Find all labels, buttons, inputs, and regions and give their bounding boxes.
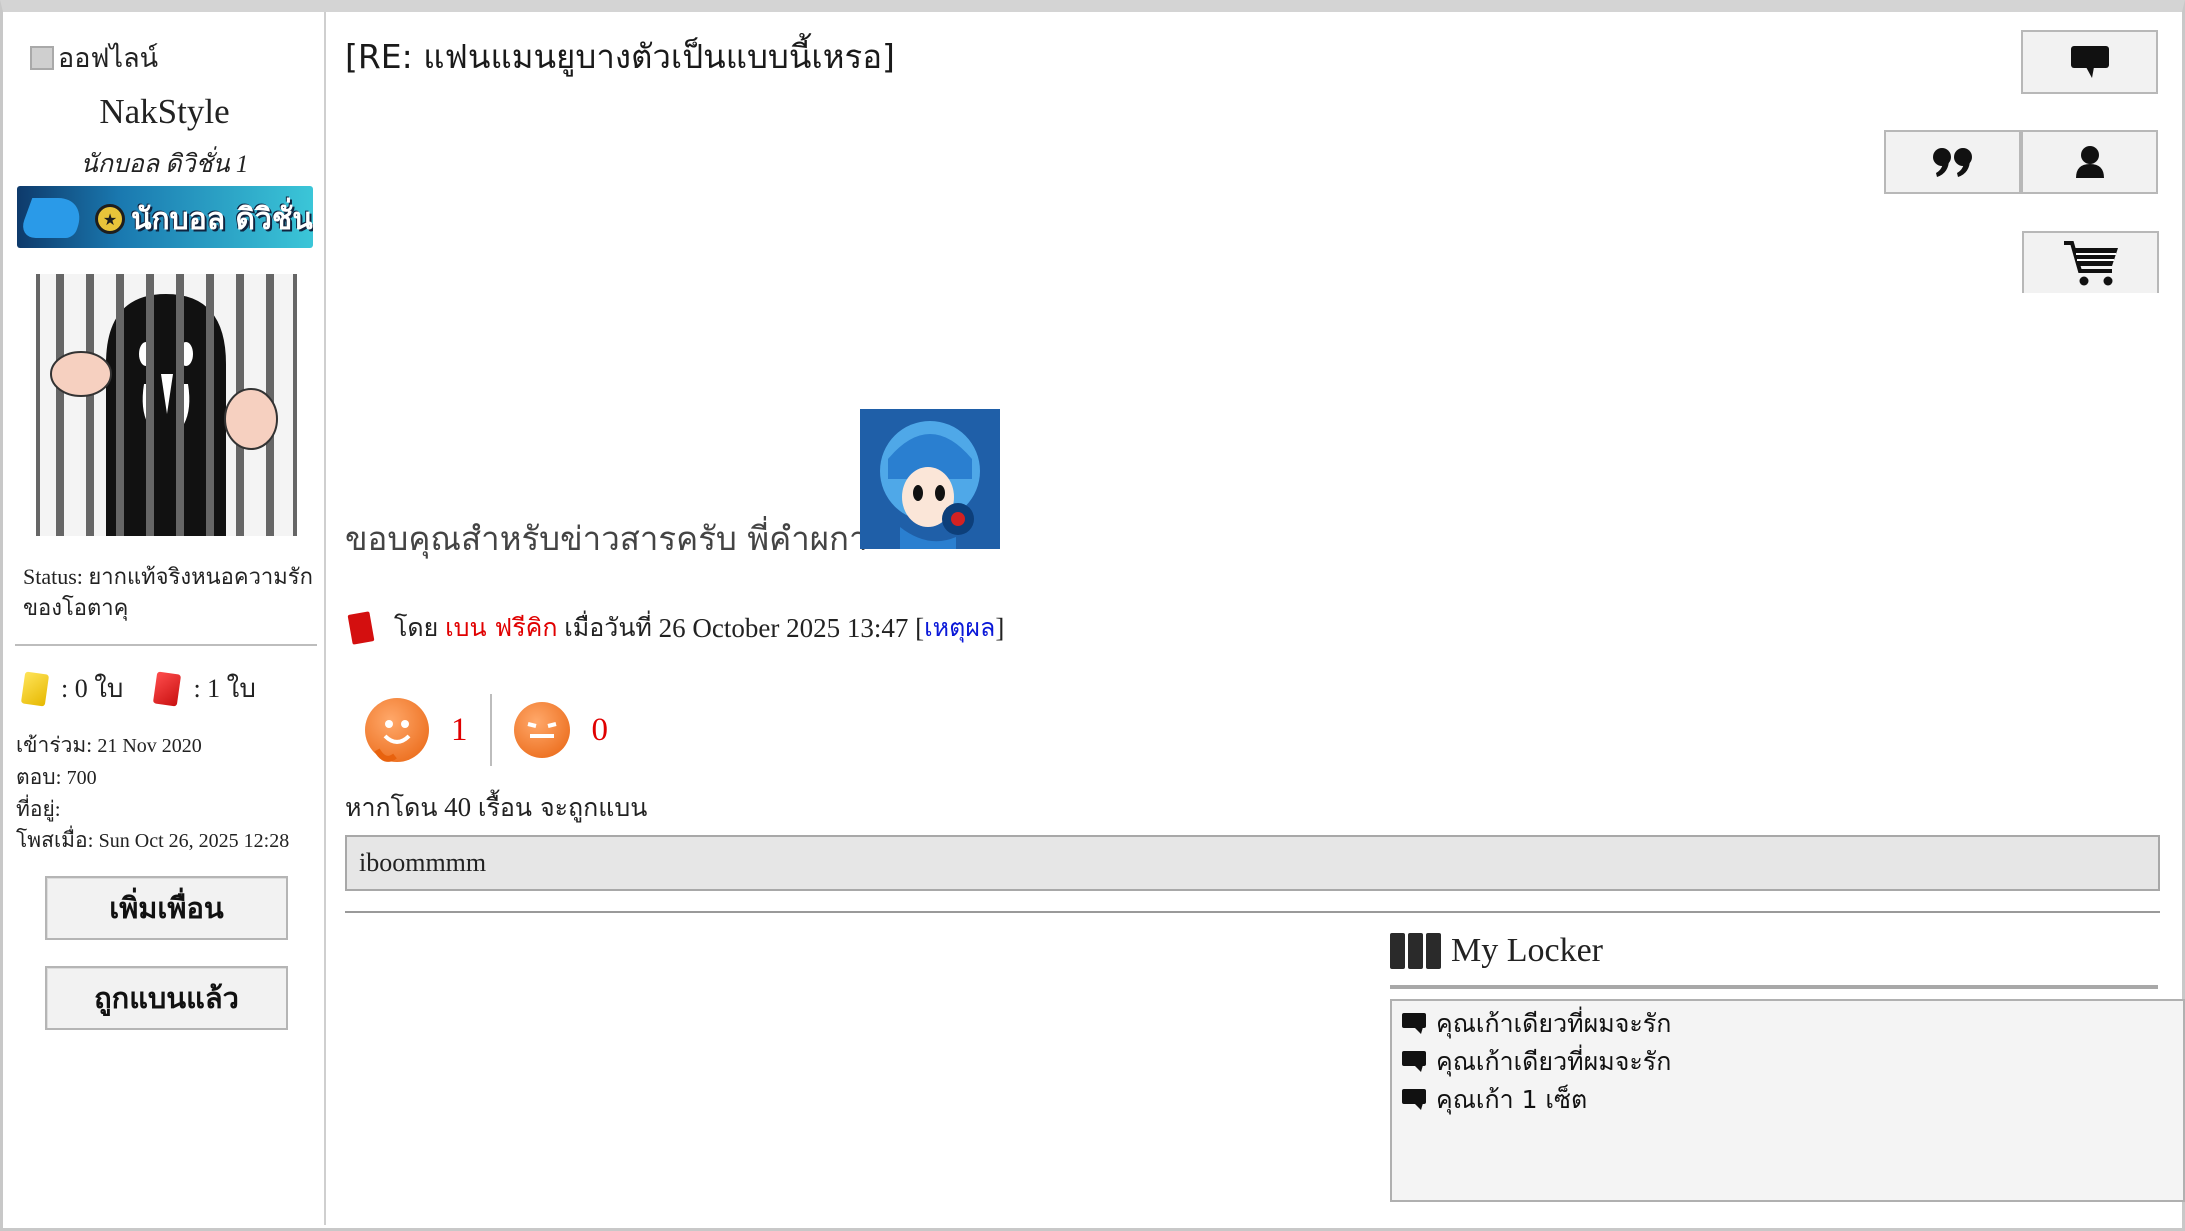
rank-badge: ★ นักบอล ดิวิชั่น 1 (17, 186, 313, 248)
ban-note-prefix: หากโดน (345, 793, 438, 822)
vote-bar: 1 0 (365, 692, 630, 768)
offline-indicator-icon (30, 45, 54, 70)
reply-count: ตอบ: 700 (16, 761, 97, 794)
bracket-open: [ (915, 612, 925, 643)
penalty-when: เมื่อวันที่ (564, 613, 652, 642)
red-card-count: : 1 ใบ (193, 674, 256, 703)
locker-title: My Locker (1451, 932, 1604, 969)
profile-button[interactable] (2021, 130, 2158, 194)
user-sidebar: ออฟไลน์ NakStyle นักบอล ดิวิชั่น 1 ★ นัก… (3, 12, 326, 1225)
post-divider (345, 911, 2160, 913)
dislike-count: 0 (591, 711, 609, 748)
quote-icon (1932, 148, 1972, 177)
status-label: Status: (23, 564, 83, 589)
banned-button[interactable]: ถูกแบนแล้ว (45, 966, 288, 1030)
bracket-close: ] (995, 612, 1005, 643)
replies-label: ตอบ: (16, 765, 62, 789)
dislike-emoji-icon[interactable] (513, 702, 570, 758)
signature-text: iboommmm (359, 848, 487, 877)
online-status-label: ออฟไลน์ (58, 43, 159, 74)
profile-icon (2075, 146, 2104, 178)
locker-icon (1390, 933, 1441, 969)
vote-divider (489, 694, 492, 766)
ban-note-suffix: เรื้อน จะถูกแบน (477, 793, 648, 822)
red-card-icon (153, 670, 182, 707)
quote-button[interactable] (1884, 130, 2021, 194)
online-status: ออฟไลน์ (30, 36, 158, 79)
joined-label: เข้าร่วม: (16, 733, 93, 757)
posted-at: โพสเมื่อ: Sun Oct 26, 2025 12:28 (16, 824, 289, 857)
locker-item-label: คุณเก้าเดียวที่ผมจะรัก (1436, 1009, 1672, 1038)
add-friend-button[interactable]: เพิ่มเพื่อน (45, 876, 288, 940)
penalty-reason-link[interactable]: เหตุผล (924, 608, 995, 648)
penalty-datetime: 26 October 2025 13:47 (658, 612, 909, 643)
penalty-notice: โดย เบน ฟรีคิก เมื่อวันที่ 26 October 20… (347, 608, 1005, 648)
user-status: Status: ยากแท้จริงหนอความรักของโอตาคุ (23, 561, 313, 623)
post-body: ขอบคุณสำหรับข่าวสารครับ พี่คำผกา (345, 519, 868, 558)
chat-bubble-icon (1402, 1051, 1426, 1073)
ban-threshold-note: หากโดน 40 เรื้อน จะถูกแบน (345, 788, 647, 828)
locker-item-label: คุณเก้าเดียวที่ผมจะรัก (1436, 1047, 1672, 1076)
locker-rule (1390, 985, 2158, 989)
locker-list: คุณเก้าเดียวที่ผมจะรัก คุณเก้าเดียวที่ผม… (1390, 999, 2185, 1202)
avatar[interactable] (36, 274, 297, 536)
rank-badge-label: นักบอล ดิวิชั่น 1 (131, 202, 313, 237)
moderator-name[interactable]: เบน ฟรีคิก (445, 608, 557, 648)
replies-value: 700 (66, 767, 97, 789)
boot-icon (17, 198, 89, 238)
posted-label: โพสเมื่อ: (16, 828, 94, 852)
locker-item[interactable]: คุณเก้าเดียวที่ผมจะรัก (1402, 1005, 2173, 1043)
penalty-by: โดย (394, 613, 439, 642)
sidebar-divider (15, 644, 317, 646)
locker-item[interactable]: คุณเก้า 1 เซ็ต (1402, 1081, 2173, 1119)
like-emoji-icon[interactable] (365, 698, 429, 762)
ban-note-count: 40 (444, 792, 472, 822)
card-counts: : 0 ใบ : 1 ใบ (20, 668, 256, 709)
yellow-card-icon (20, 670, 50, 707)
post-emoticon-image (860, 409, 1000, 549)
location-label: ที่อยู่: (16, 797, 61, 821)
joined-value: 21 Nov 2020 (97, 735, 202, 757)
locker-item[interactable]: คุณเก้าเดียวที่ผมจะรัก (1402, 1043, 2173, 1081)
locker-item-label: คุณเก้า 1 เซ็ต (1436, 1085, 1588, 1114)
username[interactable]: NakStyle (3, 92, 326, 132)
shop-button[interactable] (2022, 231, 2159, 293)
posted-value: Sun Oct 26, 2025 12:28 (98, 830, 290, 852)
star-coin-icon: ★ (95, 204, 125, 234)
post-title: [RE: แฟนแมนยูบางตัวเป็นแบบนี้เหรอ] (345, 37, 895, 76)
like-count: 1 (451, 711, 468, 748)
signature-box: iboommmm (345, 835, 2160, 891)
reply-button[interactable] (2021, 30, 2158, 94)
joined-date: เข้าร่วม: 21 Nov 2020 (16, 729, 202, 762)
user-rank: นักบอล ดิวิชั่น 1 (80, 151, 249, 178)
chat-bubble-icon (1402, 1013, 1426, 1035)
cart-icon (2063, 241, 2118, 286)
reply-icon (2070, 46, 2109, 78)
location: ที่อยู่: (16, 793, 61, 826)
locker-header: My Locker (1390, 932, 1603, 970)
chat-bubble-icon (1402, 1089, 1426, 1111)
red-card-icon (347, 611, 375, 645)
yellow-card-count: : 0 ใบ (61, 674, 124, 703)
